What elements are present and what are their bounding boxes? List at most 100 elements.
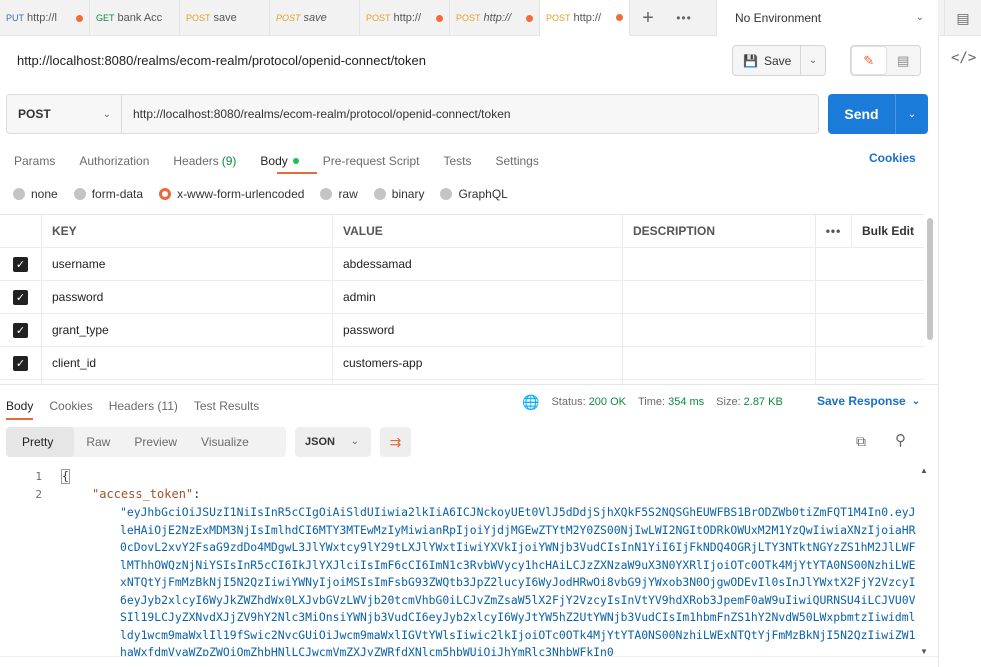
param-value[interactable]: abdessamad	[333, 248, 623, 280]
view-preview[interactable]: Preview	[122, 427, 189, 457]
more-options-icon[interactable]: •••	[816, 215, 852, 247]
tab-label: http://	[393, 12, 422, 24]
save-button[interactable]: 💾 Save ⌄	[732, 45, 826, 76]
response-divider[interactable]	[0, 384, 938, 385]
radio-label: raw	[338, 187, 358, 201]
param-key[interactable]: password	[42, 281, 333, 313]
tab-body[interactable]: Body	[260, 151, 299, 171]
response-body-code[interactable]: 1 2 { "access_token": "eyJhbGciOiJSUzI1N…	[0, 466, 924, 656]
response-tab-cookies[interactable]: Cookies	[49, 394, 92, 418]
request-tab[interactable]: GET bank Acc	[90, 0, 180, 36]
row-checkbox[interactable]: ✓	[13, 355, 28, 371]
tab-authorization[interactable]: Authorization	[79, 151, 149, 171]
wrap-lines-icon[interactable]: ⇉	[380, 427, 411, 457]
view-pretty[interactable]: Pretty	[6, 427, 75, 457]
param-description[interactable]	[623, 248, 816, 280]
code-snippet-icon[interactable]: </>	[951, 50, 976, 66]
tab-headers[interactable]: Headers (9)	[173, 151, 236, 171]
response-tab-headers[interactable]: Headers (11)	[109, 394, 178, 418]
format-select[interactable]: JSON ⌄	[295, 427, 371, 457]
view-visualize[interactable]: Visualize	[189, 427, 261, 457]
radio-graphql[interactable]: GraphQL	[440, 187, 508, 201]
tab-label: bank Acc	[117, 12, 163, 24]
time-info[interactable]: Time: 354 ms	[638, 396, 704, 408]
status-info[interactable]: Status: 200 OK	[551, 396, 626, 408]
param-key[interactable]: client_id	[42, 347, 333, 379]
url-bar: POST ⌄ http://localhost:8080/realms/ecom…	[6, 94, 819, 134]
params-scrollbar[interactable]	[927, 218, 933, 340]
tab-params[interactable]: Params	[14, 151, 55, 171]
radio-selected-icon	[159, 188, 172, 200]
edit-pencil-icon[interactable]: ✎	[851, 46, 887, 75]
param-description[interactable]	[623, 314, 816, 346]
json-key: "access_token"	[92, 487, 194, 501]
code-scrollbar[interactable]: ▲ ▼	[920, 466, 930, 656]
access-token-value[interactable]: "eyJhbGciOiJSUzI1NiIsInR5cCIgOiAiSldUIiw…	[120, 504, 918, 656]
size-info[interactable]: Size: 2.87 KB	[716, 396, 783, 408]
param-value[interactable]: customers-app	[333, 347, 623, 379]
request-tab[interactable]: POST http://	[360, 0, 450, 36]
view-raw[interactable]: Raw	[74, 427, 122, 457]
row-checkbox[interactable]: ✓	[13, 256, 28, 272]
param-key[interactable]: username	[42, 248, 333, 280]
param-key[interactable]: grant_type	[42, 314, 333, 346]
horizontal-scrollbar[interactable]	[0, 656, 938, 667]
cookies-link[interactable]: Cookies	[869, 151, 916, 165]
method-select[interactable]: POST ⌄	[7, 95, 122, 133]
search-icon[interactable]: ⚲	[895, 431, 906, 449]
scroll-down-icon[interactable]: ▼	[920, 647, 928, 656]
request-tab[interactable]: POST save	[180, 0, 270, 36]
size-value: 2.87 KB	[743, 396, 783, 408]
response-tab-test-results[interactable]: Test Results	[194, 394, 259, 418]
copy-icon[interactable]: ⧉	[856, 433, 866, 450]
radio-urlencoded[interactable]: x-www-form-urlencoded	[159, 187, 304, 201]
open-brace: {	[61, 469, 70, 484]
request-name[interactable]: http://localhost:8080/realms/ecom-realm/…	[17, 53, 426, 68]
radio-binary[interactable]: binary	[373, 187, 424, 201]
response-status-bar: 🌐 Status: 200 OK Time: 354 ms Size: 2.87 KB	[522, 394, 795, 410]
radio-none[interactable]: none	[13, 187, 58, 201]
radio-circle-icon	[440, 188, 453, 200]
request-tab[interactable]: POST save	[270, 0, 360, 36]
param-value[interactable]: password	[333, 314, 623, 346]
chevron-down-icon[interactable]: ⌄	[896, 94, 928, 134]
method-label: POST	[18, 107, 51, 121]
response-tab-body[interactable]: Body	[6, 394, 34, 420]
tab-label: save	[213, 12, 237, 24]
line-number: 1	[35, 470, 42, 483]
environment-select[interactable]: No Environment ⌄	[716, 0, 938, 36]
row-checkbox[interactable]: ✓	[13, 322, 28, 338]
radio-label: form-data	[91, 187, 144, 201]
param-description[interactable]	[623, 347, 816, 379]
chevron-down-icon: ⌄	[915, 12, 924, 23]
request-tab[interactable]: POST http://	[450, 0, 540, 36]
tab-method: POST	[186, 13, 211, 23]
request-tab-active[interactable]: POST http://	[540, 0, 630, 36]
more-tabs-icon[interactable]: •••	[666, 0, 702, 36]
save-label: Save	[763, 53, 792, 68]
tab-settings[interactable]: Settings	[496, 151, 539, 171]
documentation-icon[interactable]: ▤	[887, 46, 921, 75]
tab-prerequest-script[interactable]: Pre-request Script	[323, 151, 420, 171]
new-tab-plus-icon[interactable]: +	[630, 0, 666, 36]
tab-label: save	[303, 12, 327, 24]
environment-quick-look-icon[interactable]: ▤	[944, 0, 981, 36]
send-button[interactable]: Send ⌄	[828, 94, 928, 134]
right-sidebar: </>	[938, 36, 981, 667]
save-response-button[interactable]: Save Response ⌄	[817, 394, 920, 408]
radio-raw[interactable]: raw	[320, 187, 358, 201]
request-tab[interactable]: PUT http://l	[0, 0, 90, 36]
unsaved-dot-icon	[526, 14, 533, 22]
url-input[interactable]: http://localhost:8080/realms/ecom-realm/…	[122, 95, 818, 133]
chevron-down-icon[interactable]: ⌄	[801, 55, 825, 66]
radio-form-data[interactable]: form-data	[73, 187, 144, 201]
column-key: KEY	[42, 215, 333, 247]
globe-icon[interactable]: 🌐	[522, 394, 539, 411]
param-value[interactable]: admin	[333, 281, 623, 313]
scroll-up-icon[interactable]: ▲	[920, 466, 928, 475]
bulk-edit-button[interactable]: Bulk Edit	[852, 215, 924, 247]
line-number: 2	[35, 488, 42, 501]
row-checkbox[interactable]: ✓	[13, 289, 28, 305]
param-description[interactable]	[623, 281, 816, 313]
tab-tests[interactable]: Tests	[443, 151, 471, 171]
